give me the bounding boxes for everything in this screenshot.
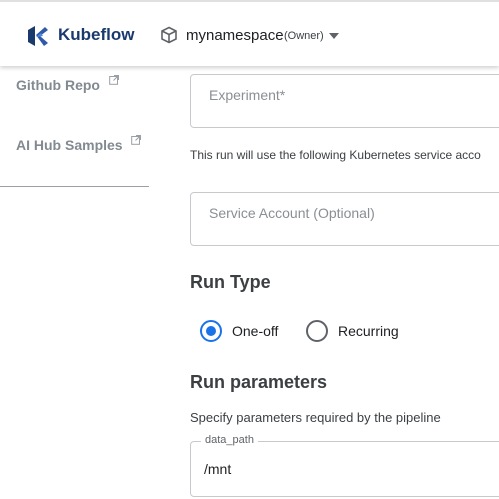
namespace-role: (Owner) xyxy=(284,30,324,42)
run-type-title: Run Type xyxy=(190,272,271,292)
recurring-label[interactable]: Recurring xyxy=(338,323,399,339)
service-account-field[interactable]: Service Account (Optional) xyxy=(190,192,499,246)
top-bar: Kubeflow mynamespace (Owner) xyxy=(0,0,499,66)
sidebar-item-ai-hub-samples[interactable]: AI Hub Samples xyxy=(16,135,142,153)
sidebar-item-label: Github Repo xyxy=(16,77,100,93)
sidebar-divider xyxy=(0,186,149,187)
experiment-field[interactable]: Experiment* xyxy=(190,74,499,128)
one-off-radio[interactable] xyxy=(200,320,222,342)
experiment-placeholder: Experiment* xyxy=(209,87,286,103)
sidebar-item-github-repo[interactable]: Github Repo xyxy=(16,75,119,93)
sidebar-item-label: AI Hub Samples xyxy=(16,137,123,153)
external-link-icon xyxy=(131,135,142,145)
chevron-down-icon[interactable] xyxy=(329,33,339,39)
service-account-helper-text: This run will use the following Kubernet… xyxy=(190,148,481,162)
one-off-label[interactable]: One-off xyxy=(232,323,278,339)
run-parameters-description: Specify parameters required by the pipel… xyxy=(190,410,441,425)
namespace-selector[interactable]: mynamespace xyxy=(186,27,284,44)
data-path-field[interactable]: data_path /mnt xyxy=(190,434,499,497)
kubeflow-logo-icon[interactable] xyxy=(25,24,49,48)
service-account-placeholder: Service Account (Optional) xyxy=(209,205,375,221)
data-path-value[interactable]: /mnt xyxy=(204,461,231,477)
recurring-radio[interactable] xyxy=(306,320,328,342)
run-parameters-title: Run parameters xyxy=(190,372,328,392)
external-link-icon xyxy=(109,75,119,85)
brand-name[interactable]: Kubeflow xyxy=(58,25,135,45)
data-path-label: data_path xyxy=(201,434,258,446)
namespace-cube-icon[interactable] xyxy=(160,26,178,44)
